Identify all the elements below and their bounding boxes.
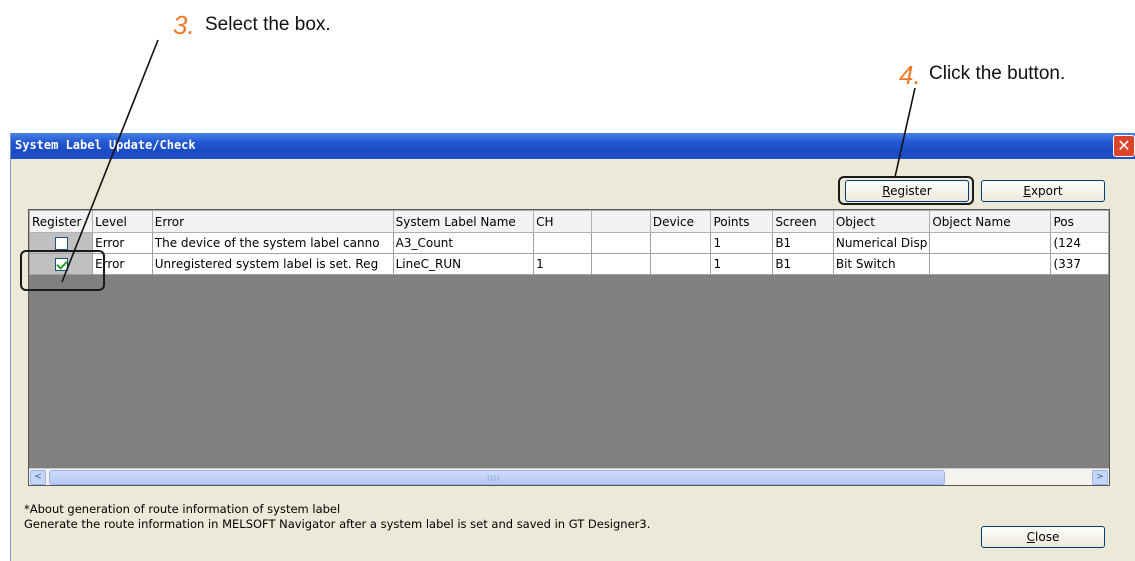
blank-cell xyxy=(591,232,651,254)
object-cell: Bit Switch xyxy=(832,253,931,275)
column-header-object-name[interactable]: Object Name xyxy=(929,210,1052,233)
table-header-row: Register Level Error System Label Name C… xyxy=(29,210,1109,233)
column-header-system-label-name[interactable]: System Label Name xyxy=(392,210,535,233)
close-button[interactable]: Close xyxy=(981,526,1105,548)
object-name-cell xyxy=(929,253,1052,275)
column-header-level[interactable]: Level xyxy=(92,210,153,233)
scroll-right-icon[interactable]: > xyxy=(1092,470,1108,485)
scrollbar-grip-icon: IIII xyxy=(487,474,501,483)
object-cell: Numerical Disp xyxy=(832,232,931,254)
checkbox-highlight xyxy=(20,250,105,291)
title-bar[interactable]: System Label Update/Check ✕ xyxy=(11,133,1135,159)
step-4-number: 4. xyxy=(899,60,921,90)
column-header-object[interactable]: Object xyxy=(832,210,931,233)
label-table: Register Level Error System Label Name C… xyxy=(29,210,1109,275)
ch-cell: 1 xyxy=(533,253,593,275)
pos-cell: (337 xyxy=(1050,253,1109,275)
device-cell xyxy=(649,253,712,275)
scrollbar-thumb[interactable]: IIII xyxy=(49,470,945,485)
export-button[interactable]: Export xyxy=(981,180,1105,202)
column-header-screen[interactable]: Screen xyxy=(772,210,834,233)
label-grid[interactable]: Register Level Error System Label Name C… xyxy=(28,209,1110,486)
table-row[interactable]: Error Unregistered system label is set. … xyxy=(29,253,1109,275)
close-button-label: lose xyxy=(1035,530,1060,544)
system-label-cell: LineC_RUN xyxy=(392,253,535,275)
screen-cell: B1 xyxy=(772,253,834,275)
ch-cell xyxy=(533,232,593,254)
close-window-icon[interactable]: ✕ xyxy=(1113,135,1135,157)
table-row[interactable]: Error The device of the system label can… xyxy=(29,232,1109,254)
horizontal-scrollbar[interactable]: < IIII > xyxy=(29,468,1109,485)
column-header-error[interactable]: Error xyxy=(151,210,394,233)
column-header-pos[interactable]: Pos xyxy=(1050,210,1109,233)
device-cell xyxy=(649,232,712,254)
error-cell: The device of the system label canno xyxy=(151,232,394,254)
column-header-points[interactable]: Points xyxy=(710,210,774,233)
points-cell: 1 xyxy=(710,253,774,275)
column-header-blank[interactable] xyxy=(591,210,651,233)
close-button-mnemonic: C xyxy=(1026,530,1036,544)
object-name-cell xyxy=(929,232,1052,254)
error-cell: Unregistered system label is set. Reg xyxy=(151,253,394,275)
points-cell: 1 xyxy=(710,232,774,254)
blank-cell xyxy=(591,253,651,275)
step-4-instruction: Click the button. xyxy=(929,63,1066,84)
screen-cell: B1 xyxy=(772,232,834,254)
system-label-cell: A3_Count xyxy=(392,232,535,254)
pos-cell: (124 xyxy=(1050,232,1109,254)
register-button-highlight xyxy=(838,176,974,205)
route-info-note-body: Generate the route information in MELSOF… xyxy=(24,517,651,531)
column-header-device[interactable]: Device xyxy=(649,210,712,233)
scroll-left-icon[interactable]: < xyxy=(30,470,46,485)
register-checkbox-unchecked[interactable] xyxy=(54,237,68,250)
step-3-instruction: Select the box. xyxy=(205,14,331,35)
export-button-label: xport xyxy=(1030,184,1063,198)
window-title: System Label Update/Check xyxy=(15,138,196,152)
step-3-number: 3. xyxy=(173,10,195,40)
column-header-register[interactable]: Register xyxy=(29,210,94,233)
column-header-ch[interactable]: CH xyxy=(533,210,593,233)
route-info-note-title: *About generation of route information o… xyxy=(24,502,341,516)
export-button-mnemonic: E xyxy=(1023,184,1031,198)
